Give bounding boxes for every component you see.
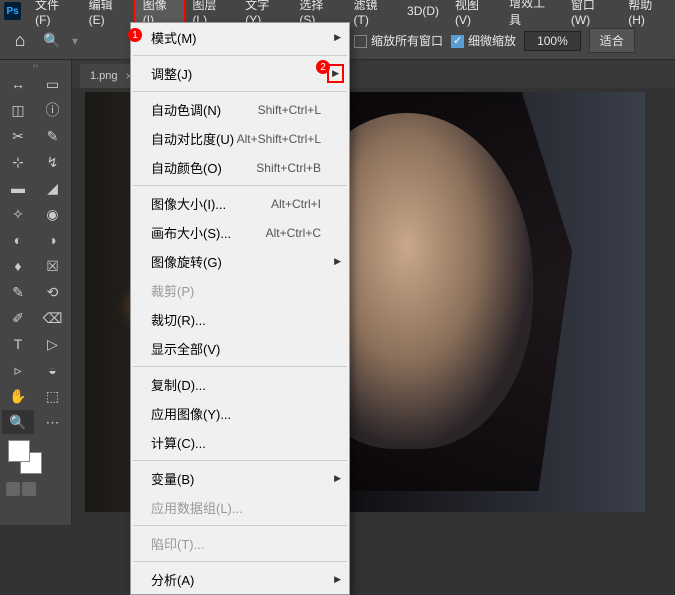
menu-item-裁剪P: 裁剪(P) xyxy=(131,276,349,305)
home-button[interactable] xyxy=(8,29,32,53)
callout-badge-1: 1 xyxy=(128,28,142,42)
scrubby-zoom-option[interactable]: 细微缩放 xyxy=(451,32,516,49)
menu-file[interactable]: 文件(F) xyxy=(27,0,80,30)
menu-item-计算C[interactable]: 计算(C)... xyxy=(131,428,349,457)
tab-title: 1.png xyxy=(90,70,118,82)
image-menu-dropdown: 模式(M)调整(J)自动色调(N)Shift+Ctrl+L自动对比度(U)Alt… xyxy=(130,22,350,595)
menu-window[interactable]: 窗口(W) xyxy=(563,0,620,30)
menu-3d[interactable]: 3D(D) xyxy=(399,1,447,21)
menu-item-复制D[interactable]: 复制(D)... xyxy=(131,370,349,399)
menu-item-变量B[interactable]: 变量(B) xyxy=(131,464,349,493)
tool-6[interactable]: ⊹ xyxy=(2,150,34,174)
menu-item-裁切R[interactable]: 裁切(R)... xyxy=(131,305,349,334)
tool-20[interactable]: T xyxy=(2,332,34,356)
quickmask-mode-button[interactable] xyxy=(22,482,36,496)
standard-mode-button[interactable] xyxy=(6,482,20,496)
tool-24[interactable]: ✋ xyxy=(2,384,34,408)
menu-item-应用数据组L: 应用数据组(L)... xyxy=(131,493,349,522)
tool-17[interactable]: ⟲ xyxy=(37,280,69,304)
fit-screen-button[interactable]: 适合 xyxy=(589,28,635,53)
zoom-all-option[interactable]: 缩放所有窗口 xyxy=(354,32,443,49)
tool-3[interactable]: ⓘ xyxy=(37,98,69,122)
color-swatches[interactable] xyxy=(0,436,71,480)
foreground-color-swatch[interactable] xyxy=(8,440,30,462)
menu-item-自动色调N[interactable]: 自动色调(N)Shift+Ctrl+L xyxy=(131,95,349,124)
tool-10[interactable]: ✧ xyxy=(2,202,34,226)
zoom-value[interactable]: 100% xyxy=(524,31,581,51)
app-icon: Ps xyxy=(4,2,21,20)
tool-5[interactable]: ✎ xyxy=(37,124,69,148)
tool-26[interactable]: 🔍 xyxy=(2,410,34,434)
menu-item-自动颜色O[interactable]: 自动颜色(O)Shift+Ctrl+B xyxy=(131,153,349,182)
tool-25[interactable]: ⬚ xyxy=(37,384,69,408)
menu-plugins[interactable]: 增效工具 xyxy=(501,0,563,31)
callout-badge-2: 2 xyxy=(316,60,330,74)
tool-4[interactable]: ✂ xyxy=(2,124,34,148)
menu-item-模式M[interactable]: 模式(M) xyxy=(131,23,349,52)
menu-item-应用图像Y[interactable]: 应用图像(Y)... xyxy=(131,399,349,428)
menu-item-图像大小I[interactable]: 图像大小(I)...Alt+Ctrl+I xyxy=(131,189,349,218)
tool-1[interactable]: ▭ xyxy=(37,72,69,96)
tool-22[interactable]: ▹ xyxy=(2,358,34,382)
tool-11[interactable]: ◉ xyxy=(37,202,69,226)
menu-item-显示全部V[interactable]: 显示全部(V) xyxy=(131,334,349,363)
menu-edit[interactable]: 编辑(E) xyxy=(81,0,135,30)
tool-23[interactable]: ◒ xyxy=(37,358,69,382)
menu-bar: Ps 文件(F) 编辑(E) 图像(I) 图层(L) 文字(Y) 选择(S) 滤… xyxy=(0,0,675,22)
menu-item-自动对比度U[interactable]: 自动对比度(U)Alt+Shift+Ctrl+L xyxy=(131,124,349,153)
zoom-tool-icon[interactable] xyxy=(40,29,64,53)
tool-27[interactable]: ⋯ xyxy=(37,410,69,434)
menu-item-分析A[interactable]: 分析(A) xyxy=(131,565,349,594)
edit-mode-buttons xyxy=(0,480,71,498)
tool-15[interactable]: ☒ xyxy=(37,254,69,278)
tool-8[interactable]: ▬ xyxy=(2,176,34,200)
menu-filter[interactable]: 滤镜(T) xyxy=(346,0,399,30)
tool-18[interactable]: ✐ xyxy=(2,306,34,330)
tool-14[interactable]: ♦ xyxy=(2,254,34,278)
tool-13[interactable]: ◑ xyxy=(37,228,69,252)
menu-item-图像旋转G[interactable]: 图像旋转(G) xyxy=(131,247,349,276)
tool-19[interactable]: ⌫ xyxy=(37,306,69,330)
menu-help[interactable]: 帮助(H) xyxy=(620,0,675,30)
menu-item-画布大小S[interactable]: 画布大小(S)...Alt+Ctrl+C xyxy=(131,218,349,247)
tool-0[interactable]: ↔ xyxy=(2,72,34,96)
panel-expand-handle[interactable]: ›› xyxy=(0,60,71,70)
tool-2[interactable]: ◫ xyxy=(2,98,34,122)
tool-7[interactable]: ↯ xyxy=(37,150,69,174)
menu-view[interactable]: 视图(V) xyxy=(447,0,501,30)
menu-item-陷印T: 陷印(T)... xyxy=(131,529,349,558)
tool-21[interactable]: ▷ xyxy=(37,332,69,356)
tool-16[interactable]: ✎ xyxy=(2,280,34,304)
tools-panel: ›› ↔▭◫ⓘ✂✎⊹↯▬◢✧◉◐◑♦☒✎⟲✐⌫T▷▹◒✋⬚🔍⋯ xyxy=(0,60,72,525)
tool-9[interactable]: ◢ xyxy=(37,176,69,200)
tool-12[interactable]: ◐ xyxy=(2,228,34,252)
